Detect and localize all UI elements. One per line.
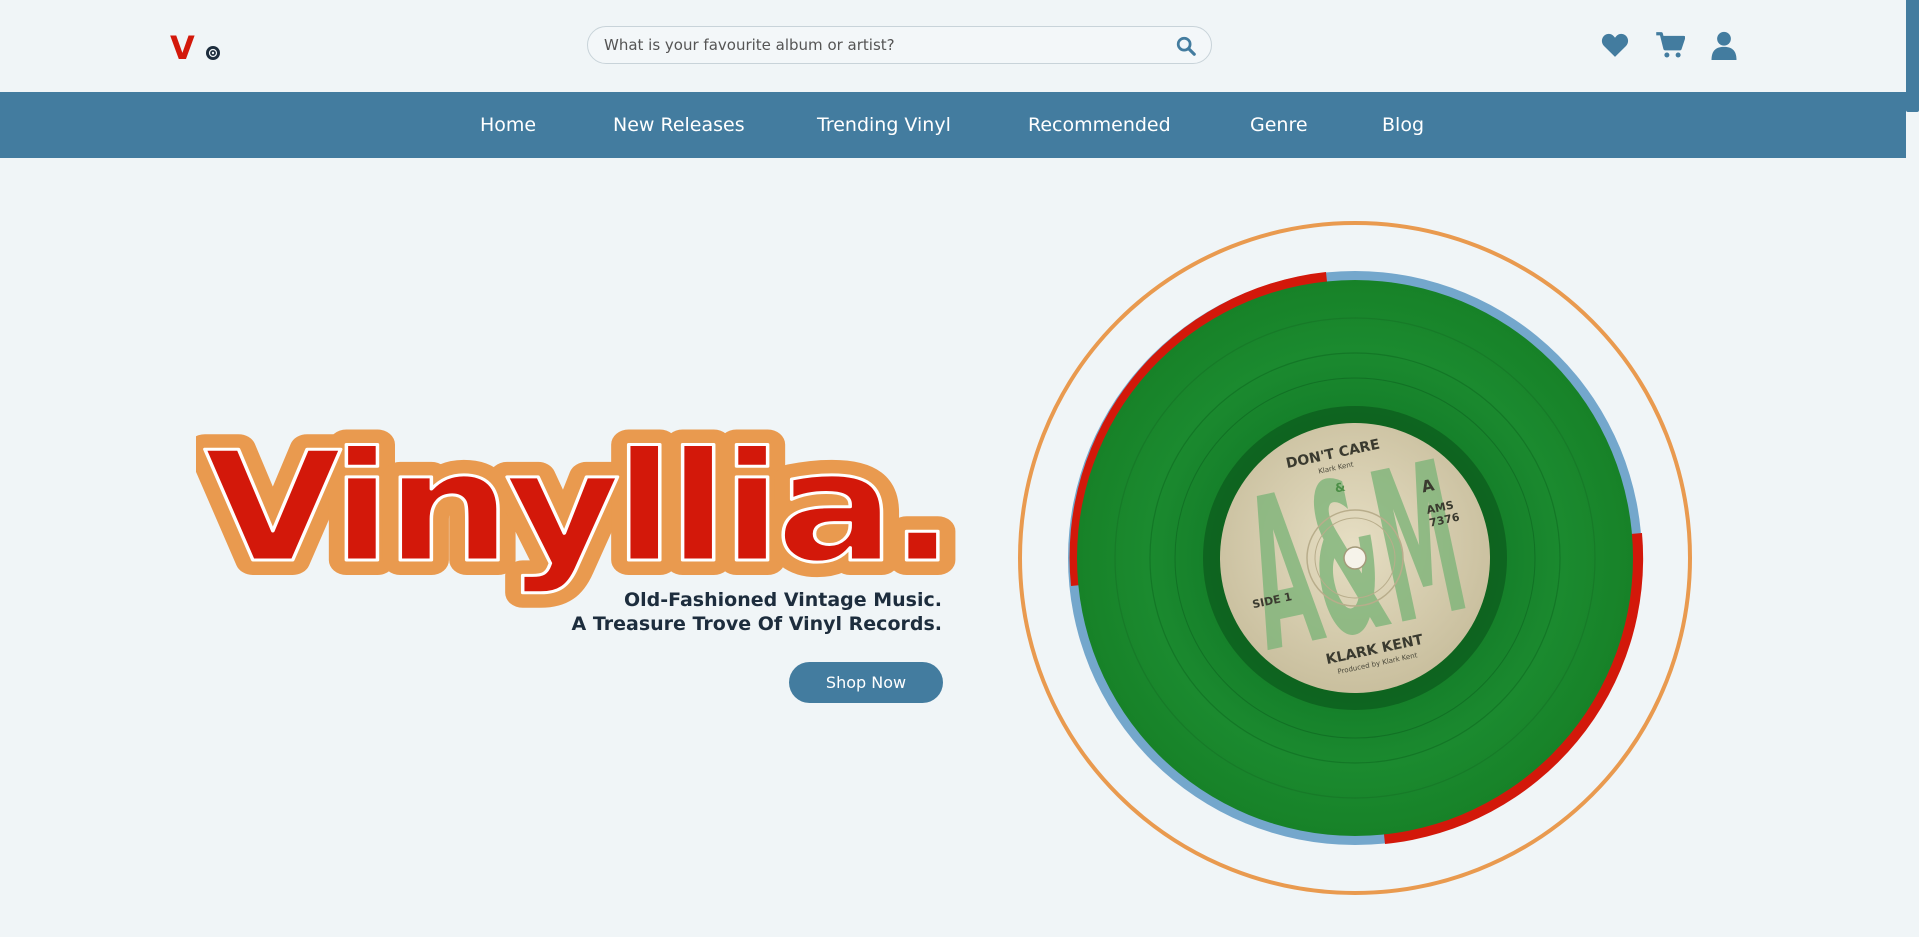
tagline-line-1: Old-Fashioned Vintage Music. bbox=[623, 589, 942, 611]
nav-recommended[interactable]: Recommended bbox=[1028, 92, 1171, 158]
site-header: V bbox=[0, 0, 1906, 92]
hero-title-text: Vinyllia. bbox=[204, 420, 949, 596]
search-bar bbox=[587, 26, 1212, 64]
page-scrollbar[interactable] bbox=[1906, 0, 1919, 937]
nav-new-releases[interactable]: New Releases bbox=[613, 92, 745, 158]
nav-trending-vinyl[interactable]: Trending Vinyl bbox=[817, 92, 951, 158]
logo-letter: V bbox=[170, 30, 195, 66]
scrollbar-thumb[interactable] bbox=[1906, 0, 1919, 112]
main-nav: Home New Releases Trending Vinyl Recomme… bbox=[0, 92, 1906, 158]
cart-icon[interactable] bbox=[1655, 30, 1685, 60]
nav-blog[interactable]: Blog bbox=[1382, 92, 1424, 158]
search-input[interactable] bbox=[604, 27, 1164, 63]
vinyl-record-graphic: A&M DON'T CARE Klark Kent & A AMS 7376 S… bbox=[1018, 221, 1692, 895]
nav-genre[interactable]: Genre bbox=[1250, 92, 1308, 158]
user-icon[interactable] bbox=[1709, 30, 1739, 60]
search-icon[interactable] bbox=[1175, 35, 1197, 57]
hero-title: Vinyllia. Vinyllia. bbox=[196, 420, 970, 610]
nav-home[interactable]: Home bbox=[480, 92, 536, 158]
heart-icon[interactable] bbox=[1600, 30, 1630, 60]
hero-tagline: Old-Fashioned Vintage Music. A Treasure … bbox=[572, 588, 942, 636]
shop-now-button[interactable]: Shop Now bbox=[789, 662, 943, 703]
logo[interactable]: V bbox=[170, 30, 226, 66]
tagline-line-2: A Treasure Trove Of Vinyl Records. bbox=[571, 613, 942, 635]
